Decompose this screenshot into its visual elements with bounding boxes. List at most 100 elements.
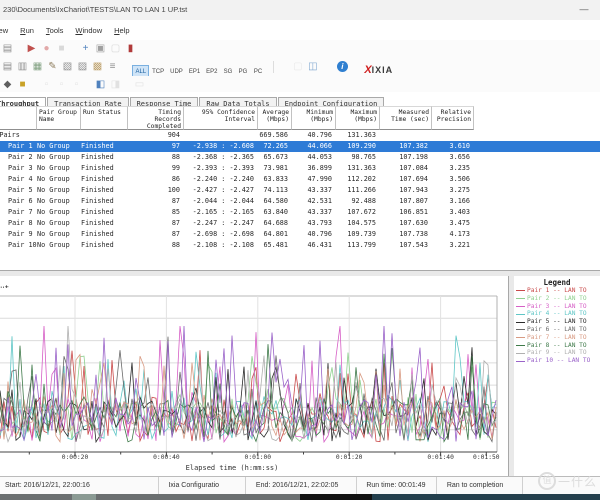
cell-precision: 3.610 bbox=[432, 141, 474, 152]
cell-records: 87 bbox=[128, 229, 184, 240]
pair-row[interactable]: Pair 3 No Group Finished 99 -2.393 : -2.… bbox=[0, 163, 600, 174]
image-icon[interactable]: ▩ bbox=[91, 60, 104, 73]
stop-icon[interactable]: ● bbox=[40, 42, 53, 55]
minimize-button[interactable]: — bbox=[576, 2, 592, 16]
table-header-cell[interactable]: MeasuredTime (sec) bbox=[380, 106, 432, 130]
print-icon[interactable]: ▤ bbox=[1, 60, 14, 73]
copy-icon[interactable]: ▣ bbox=[94, 42, 107, 55]
menu-item[interactable]: Help bbox=[108, 20, 135, 35]
collapse-all-icon[interactable]: ◨ bbox=[109, 78, 122, 91]
pair-chart-icon[interactable]: ▦ bbox=[31, 60, 44, 73]
cell-average: 65.481 bbox=[258, 240, 292, 251]
table-header-cell[interactable]: Pair GroupName bbox=[37, 106, 81, 130]
cell-precision: 3.475 bbox=[432, 218, 474, 229]
cell-status: Finished bbox=[81, 152, 128, 163]
help-book-icon[interactable]: ▮ bbox=[124, 42, 137, 55]
cell-pair: Pair 10 bbox=[0, 240, 37, 251]
cell-pair: Pair 1 bbox=[0, 141, 37, 152]
pair-row[interactable]: Pair 5 No Group Finished 100 -2.427 : -2… bbox=[0, 185, 600, 196]
pair-row[interactable]: Pair 2 No Group Finished 88 -2.368 : -2.… bbox=[0, 152, 600, 163]
legend-line-swatch bbox=[516, 329, 525, 330]
menu-item[interactable]: Window bbox=[69, 20, 108, 35]
cell-status: Finished bbox=[81, 207, 128, 218]
table-header-cell[interactable]: 95% ConfidenceInterval bbox=[184, 106, 258, 130]
legend-entry[interactable]: Pair 5 -- LAN TO bbox=[514, 318, 600, 326]
cell-precision: 3.275 bbox=[432, 185, 474, 196]
legend-entry[interactable]: Pair 3 -- LAN TO bbox=[514, 303, 600, 311]
toolbar-separator bbox=[273, 61, 274, 73]
pair-row[interactable]: Pair 4 No Group Finished 86 -2.240 : -2.… bbox=[0, 174, 600, 185]
cell-status: Finished bbox=[81, 229, 128, 240]
summary-empty bbox=[380, 130, 432, 141]
menu-item[interactable]: Tools bbox=[40, 20, 70, 35]
legend-entry[interactable]: Pair 8 -- LAN TO bbox=[514, 342, 600, 350]
legend-entry[interactable]: Pair 9 -- LAN TO bbox=[514, 349, 600, 357]
cell-pair: Pair 9 bbox=[0, 229, 37, 240]
run-test-icon[interactable]: ▶ bbox=[25, 42, 38, 55]
legend-entry-label: Pair 4 -- LAN TO bbox=[527, 310, 587, 317]
cell-group: No Group bbox=[37, 163, 81, 174]
cell-status: Finished bbox=[81, 163, 128, 174]
graph-icon[interactable]: ▨ bbox=[76, 60, 89, 73]
cell-filler bbox=[474, 152, 600, 163]
pair-row[interactable]: Pair 9 No Group Finished 87 -2.698 : -2.… bbox=[0, 229, 600, 240]
console-icon[interactable]: ▥ bbox=[16, 60, 29, 73]
pair-row[interactable]: Pair 6 No Group Finished 87 -2.044 : -2.… bbox=[0, 196, 600, 207]
cell-maximum: 104.575 bbox=[336, 218, 380, 229]
edit-icon[interactable]: ✎ bbox=[46, 60, 59, 73]
grid-icon[interactable]: ▭ bbox=[133, 78, 146, 91]
cell-records: 86 bbox=[128, 174, 184, 185]
table-header-cell[interactable]: Run Status bbox=[81, 106, 128, 130]
table-header-cell[interactable]: Minimum(Mbps) bbox=[292, 106, 336, 130]
zoom-out-icon[interactable]: ▫ bbox=[40, 78, 53, 91]
cell-minimum: 42.531 bbox=[292, 196, 336, 207]
zoom-fit-icon[interactable]: ▫ bbox=[70, 78, 83, 91]
summary-row[interactable]: All Pairs 904 669.586 40.796 131.363 bbox=[0, 130, 600, 141]
table-header-cell[interactable]: RelativePrecision bbox=[432, 106, 474, 130]
legend-entry[interactable]: Pair 7 -- LAN TO bbox=[514, 334, 600, 342]
cell-records: 88 bbox=[128, 152, 184, 163]
pair-row[interactable]: Pair 8 No Group Finished 87 -2.247 : -2.… bbox=[0, 218, 600, 229]
screen-icon[interactable]: ▢ bbox=[291, 60, 304, 73]
table-header-cell[interactable] bbox=[0, 106, 37, 130]
cell-status: Finished bbox=[81, 174, 128, 185]
legend-entry[interactable]: Pair 10 -- LAN TO bbox=[514, 357, 600, 365]
cell-precision: 3.506 bbox=[432, 174, 474, 185]
legend-entry[interactable]: Pair 1 -- LAN TO bbox=[514, 287, 600, 295]
document-icon[interactable]: ▤ bbox=[1, 42, 14, 55]
clipboard-icon[interactable]: ▢ bbox=[109, 42, 122, 55]
options-icon[interactable]: ≡ bbox=[106, 60, 119, 73]
table-header-cell[interactable]: Timing RecordsCompleted bbox=[128, 106, 184, 130]
info-icon[interactable]: i bbox=[337, 61, 348, 72]
pair-row[interactable]: Pair 7 No Group Finished 85 -2.165 : -2.… bbox=[0, 207, 600, 218]
menu-item[interactable]: View bbox=[0, 20, 14, 35]
settings-icon[interactable]: ◆ bbox=[1, 78, 14, 91]
pair-row[interactable]: Pair 10 No Group Finished 88 -2.108 : -2… bbox=[0, 240, 600, 251]
table-header-cell[interactable]: Average(Mbps) bbox=[258, 106, 292, 130]
cell-pair: Pair 6 bbox=[0, 196, 37, 207]
legend-pane: Legend Pair 1 -- LAN TO Pair 2 -- LAN TO… bbox=[514, 276, 600, 476]
cell-status: Finished bbox=[81, 218, 128, 229]
cell-maximum: 112.202 bbox=[336, 174, 380, 185]
legend-entry-label: Pair 5 -- LAN TO bbox=[527, 318, 587, 325]
legend-entry-label: Pair 2 -- LAN TO bbox=[527, 295, 587, 302]
x-axis-label: Elapsed time (h:mm:ss) bbox=[186, 464, 279, 472]
toolbar-run: ▤ ▶●■ +▣▢▮ bbox=[0, 40, 600, 59]
table-header-cell[interactable]: Maximum(Mbps) bbox=[336, 106, 380, 130]
legend-entry[interactable]: Pair 6 -- LAN TO bbox=[514, 326, 600, 334]
cell-filler bbox=[474, 207, 600, 218]
cell-maximum: 111.266 bbox=[336, 185, 380, 196]
cell-minimum: 44.066 bbox=[292, 141, 336, 152]
expand-all-icon[interactable]: ◧ bbox=[94, 78, 107, 91]
cell-average: 74.113 bbox=[258, 185, 292, 196]
menu-item[interactable]: Run bbox=[14, 20, 40, 35]
endpoint-icon[interactable]: ▧ bbox=[61, 60, 74, 73]
zoom-in-icon[interactable]: ▫ bbox=[55, 78, 68, 91]
layout-icon[interactable]: ◫ bbox=[306, 60, 319, 73]
legend-entry[interactable]: Pair 4 -- LAN TO bbox=[514, 310, 600, 318]
folder-icon[interactable]: ■ bbox=[16, 78, 29, 91]
pause-icon[interactable]: ■ bbox=[55, 42, 68, 55]
add-pair-icon[interactable]: + bbox=[79, 42, 92, 55]
pair-row[interactable]: Pair 1 No Group Finished 97 -2.938 : -2.… bbox=[0, 141, 600, 152]
legend-entry[interactable]: Pair 2 -- LAN TO bbox=[514, 295, 600, 303]
